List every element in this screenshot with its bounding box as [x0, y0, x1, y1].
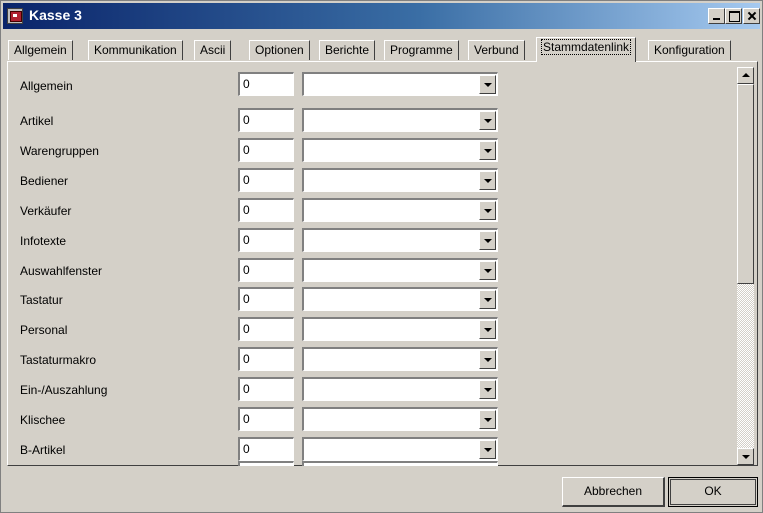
link-combobox[interactable]	[302, 258, 498, 282]
minimize-button[interactable]	[708, 8, 725, 24]
dropdown-arrow-icon[interactable]	[479, 141, 496, 160]
row-label: Infotexte	[20, 234, 67, 248]
link-combobox[interactable]	[302, 347, 498, 371]
row-label: Auswahlfenster	[20, 264, 103, 278]
row-label: Bediener	[20, 174, 69, 188]
link-combobox[interactable]	[302, 377, 498, 401]
number-field[interactable]: 0	[238, 198, 294, 222]
dialog-window: Kasse 3 Allgemein Kommunikation Ascii Op…	[0, 0, 763, 513]
link-combobox[interactable]	[302, 198, 498, 222]
tab-label: Allgemein	[14, 43, 67, 57]
app-icon[interactable]	[7, 8, 23, 24]
row-label: Warengruppen	[20, 144, 99, 158]
number-field[interactable]	[238, 461, 294, 466]
row-label: Verkäufer	[20, 204, 72, 218]
number-field[interactable]: 0	[238, 138, 294, 162]
dropdown-arrow-icon[interactable]	[479, 380, 496, 399]
tab-ascii[interactable]: Ascii	[194, 40, 232, 60]
dropdown-arrow-icon[interactable]	[479, 201, 496, 220]
scroll-down-icon[interactable]	[737, 448, 754, 465]
tab-label: Verbund	[474, 43, 519, 57]
number-field[interactable]: 0	[238, 228, 294, 252]
number-field[interactable]: 0	[238, 287, 294, 311]
tab-verbund[interactable]: Verbund	[468, 40, 525, 60]
ok-button[interactable]: OK	[668, 477, 758, 507]
number-field[interactable]: 0	[238, 258, 294, 282]
tab-label: Berichte	[325, 43, 370, 57]
dropdown-arrow-icon[interactable]	[479, 261, 496, 280]
number-field[interactable]: 0	[238, 168, 294, 192]
link-combobox[interactable]	[302, 228, 498, 252]
tab-optionen[interactable]: Optionen	[249, 40, 310, 60]
maximize-button[interactable]	[725, 8, 742, 24]
number-field[interactable]: 0	[238, 317, 294, 341]
vertical-scrollbar[interactable]	[737, 67, 754, 465]
dropdown-arrow-icon[interactable]	[479, 111, 496, 130]
close-button[interactable]	[743, 8, 760, 24]
row-label: Ein-/Auszahlung	[20, 383, 108, 397]
link-combobox[interactable]	[302, 437, 498, 461]
tab-programme[interactable]: Programme	[384, 40, 459, 60]
tab-label: Kommunikation	[94, 43, 177, 57]
dropdown-arrow-icon[interactable]	[479, 440, 496, 459]
row-label: Personal	[20, 323, 68, 337]
number-field[interactable]: 0	[238, 377, 294, 401]
link-combobox[interactable]	[302, 287, 498, 311]
tab-stammdatenlink[interactable]: Stammdatenlink	[536, 37, 637, 62]
row-label: Tastatur	[20, 293, 63, 307]
dropdown-arrow-icon[interactable]	[479, 171, 496, 190]
dropdown-arrow-icon[interactable]	[479, 290, 496, 309]
number-field[interactable]: 0	[238, 407, 294, 431]
dropdown-arrow-icon[interactable]	[479, 75, 496, 94]
dropdown-arrow-icon[interactable]	[479, 410, 496, 429]
tab-konfiguration[interactable]: Konfiguration	[648, 40, 731, 60]
tab-kommunikation[interactable]: Kommunikation	[88, 40, 183, 60]
row-label: Klischee	[20, 413, 66, 427]
row-label: B-Artikel	[20, 443, 66, 457]
dropdown-arrow-icon[interactable]	[479, 350, 496, 369]
number-field[interactable]: 0	[238, 347, 294, 371]
tab-label: Ascii	[200, 43, 226, 57]
dropdown-arrow-icon[interactable]	[479, 231, 496, 250]
number-field[interactable]: 0	[238, 72, 294, 96]
tab-allgemein[interactable]: Allgemein	[8, 40, 73, 60]
link-combobox[interactable]	[302, 407, 498, 431]
scroll-thumb[interactable]	[737, 84, 754, 284]
link-combobox[interactable]	[302, 138, 498, 162]
tab-berichte[interactable]: Berichte	[319, 40, 376, 60]
dropdown-arrow-icon[interactable]	[479, 320, 496, 339]
cancel-button[interactable]: Abbrechen	[562, 477, 665, 507]
row-label: Allgemein	[20, 79, 73, 93]
row-label: Artikel	[20, 114, 54, 128]
tab-label: Optionen	[255, 43, 304, 57]
link-combobox[interactable]	[302, 108, 498, 132]
window-title: Kasse 3	[29, 7, 82, 23]
tab-label: Konfiguration	[654, 43, 725, 57]
tab-label: Programme	[390, 43, 453, 57]
scroll-up-icon[interactable]	[737, 67, 754, 84]
number-field[interactable]: 0	[238, 437, 294, 461]
tab-strip: Allgemein Kommunikation Ascii Optionen B…	[1, 37, 763, 62]
number-field[interactable]: 0	[238, 108, 294, 132]
tab-label: Stammdatenlink	[540, 39, 632, 55]
link-combobox[interactable]	[302, 168, 498, 192]
link-combobox[interactable]	[302, 72, 498, 96]
link-combobox[interactable]	[302, 317, 498, 341]
row-label: Tastaturmakro	[20, 353, 97, 367]
title-bar[interactable]: Kasse 3	[3, 3, 760, 29]
link-combobox[interactable]	[302, 461, 498, 466]
